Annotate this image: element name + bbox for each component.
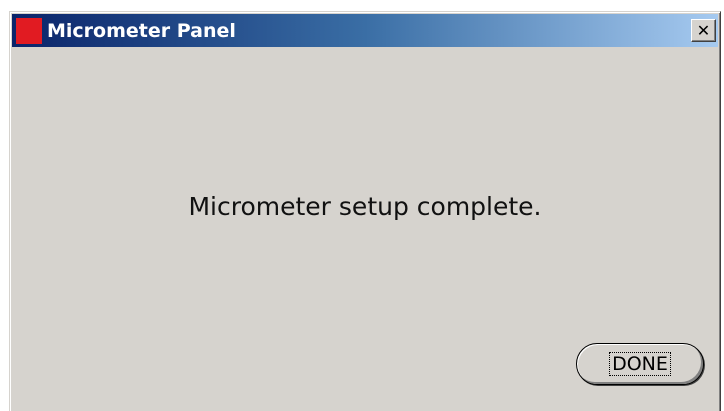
micrometer-panel-window: Micrometer Panel ✕ Micrometer setup comp…: [9, 11, 721, 411]
oracle-icon: [15, 17, 43, 45]
window-title: Micrometer Panel: [47, 19, 236, 42]
done-button[interactable]: DONE: [576, 343, 704, 385]
close-button[interactable]: ✕: [691, 19, 716, 42]
close-icon: ✕: [696, 20, 711, 40]
title-bar[interactable]: Micrometer Panel ✕: [12, 14, 718, 47]
done-button-label: DONE: [609, 351, 671, 377]
status-message: Micrometer setup complete.: [188, 192, 542, 221]
